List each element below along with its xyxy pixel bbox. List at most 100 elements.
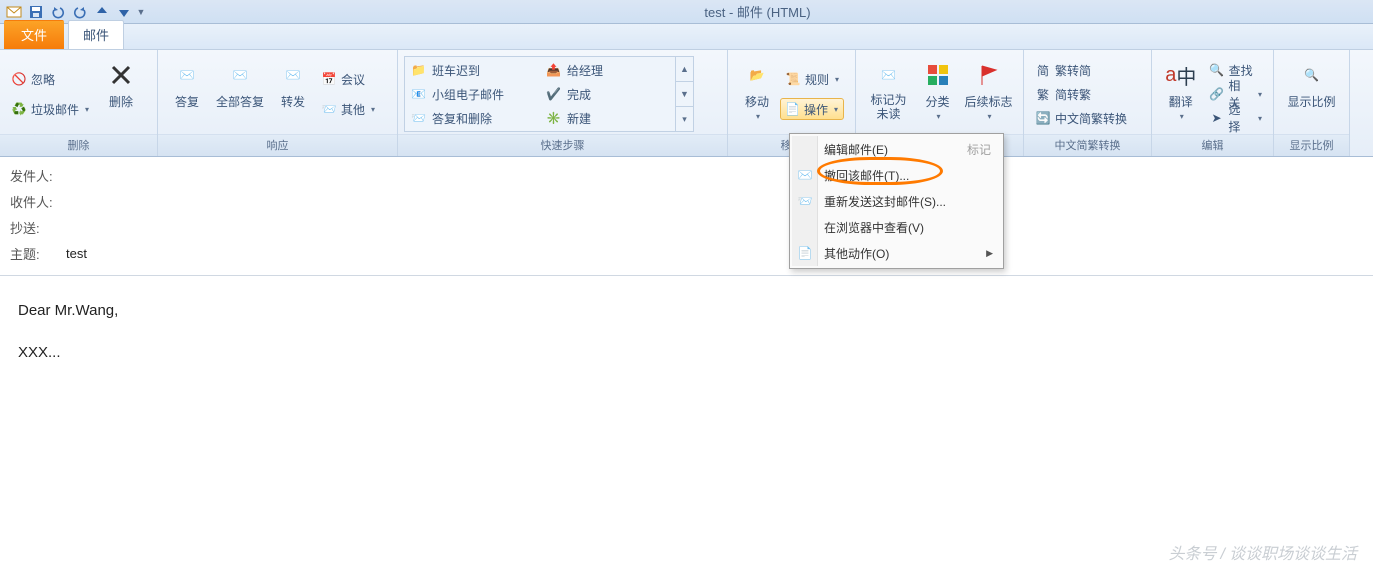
dd-edit-message[interactable]: 编辑邮件(E)标记 — [792, 136, 1001, 162]
dd-label: 重新发送这封邮件(S)... — [824, 193, 946, 210]
group-edit: a中翻译▾ 🔍查找 🔗相关▾ ➤选择▾ 编辑 — [1152, 50, 1274, 156]
tab-file[interactable]: 文件 — [4, 20, 64, 49]
convert-icon: 🔄 — [1035, 110, 1051, 126]
chevron-down-icon: ▾ — [756, 112, 760, 121]
actions-label: 操作 — [804, 101, 828, 118]
actions-button[interactable]: 📄 操作 ▾ — [780, 98, 844, 120]
cc-label: 抄送: — [10, 218, 66, 237]
actions-icon: 📄 — [785, 102, 800, 116]
group-chinese: 简繁转简 繁简转繁 🔄中文简繁转换 中文简繁转换 — [1024, 50, 1152, 156]
body-line: XXX... — [18, 332, 1355, 374]
chevron-down-icon: ▾ — [834, 105, 838, 114]
bus-icon: 📁 — [411, 63, 426, 77]
quickstep-item[interactable]: 📁 班车迟到 — [409, 59, 536, 81]
mail-icon[interactable] — [4, 2, 24, 22]
watermark-left: 头条号 — [1169, 546, 1217, 563]
subject-value: test — [66, 246, 87, 261]
translate-button[interactable]: a中翻译▾ — [1158, 54, 1204, 134]
select-button[interactable]: ➤选择▾ — [1204, 107, 1267, 129]
mail-body: Dear Mr.Wang, XXX... — [0, 276, 1373, 536]
chevron-down-icon: ▾ — [937, 112, 941, 121]
watermark: 头条号/谈谈职场谈谈生活 — [1169, 540, 1357, 564]
chevron-down-icon: ▾ — [1258, 90, 1262, 99]
quickstep-label: 新建 — [567, 110, 591, 127]
quickstep-item[interactable]: ✔️完成 — [544, 83, 671, 105]
ignore-icon: 🚫 — [11, 71, 27, 87]
forward-button[interactable]: ✉️转发 — [270, 54, 316, 134]
followup-button[interactable]: 后续标志▾ — [960, 54, 1017, 134]
categorize-button[interactable]: 分类▾ — [915, 54, 960, 134]
dd-view-in-browser[interactable]: 在浏览器中查看(V) — [792, 214, 1001, 240]
find-label: 查找 — [1229, 62, 1253, 79]
quickstep-item[interactable]: 📧小组电子邮件 — [409, 83, 536, 105]
mark-unread-button[interactable]: ✉️标记为未读 — [862, 54, 915, 134]
quickstep-item[interactable]: ✳️新建 — [544, 107, 671, 129]
move-button[interactable]: 📂移动▾ — [734, 54, 780, 134]
other-actions-icon: 📄 — [797, 245, 813, 261]
meeting-button[interactable]: 📅会议 — [316, 68, 380, 90]
zoom-icon: 🔍 — [1296, 59, 1328, 91]
delete-button[interactable]: 删除 — [98, 54, 144, 134]
dd-other-actions[interactable]: 📄其他动作(O)▶ — [792, 240, 1001, 266]
dd-recall-message[interactable]: ✉️撤回该邮件(T)... — [792, 162, 1001, 188]
gallery-down-icon[interactable]: ▼ — [676, 82, 693, 107]
from-value — [66, 165, 246, 185]
submenu-arrow-icon: ▶ — [986, 248, 993, 259]
tab-ghost-3 — [236, 20, 292, 49]
meeting-label: 会议 — [341, 71, 365, 88]
redo-icon[interactable] — [70, 2, 90, 22]
undo-icon[interactable] — [48, 2, 68, 22]
chevron-down-icon: ▾ — [1180, 112, 1184, 121]
reply-all-button[interactable]: ✉️全部答复 — [210, 54, 270, 134]
qat-customize-icon[interactable]: ▼ — [136, 7, 146, 17]
reply-icon: ✉️ — [171, 59, 203, 91]
quickstep-label: 小组电子邮件 — [432, 86, 504, 103]
to-manager-icon: 📤 — [546, 63, 561, 77]
gallery-more-icon[interactable]: ▾ — [676, 107, 693, 131]
resend-icon: 📨 — [797, 193, 813, 209]
ribbon-tabs: 文件 邮件 — [0, 24, 1373, 50]
quickstep-label: 班车迟到 — [432, 62, 480, 79]
next-item-icon[interactable] — [114, 2, 134, 22]
group-delete: 🚫忽略 ♻️垃圾邮件▾ 删除 删除 — [0, 50, 158, 156]
rules-label: 规则 — [805, 71, 829, 88]
prev-item-icon[interactable] — [92, 2, 112, 22]
from-label: 发件人: — [10, 166, 66, 185]
quickstep-label: 给经理 — [567, 62, 603, 79]
s2t-button[interactable]: 繁简转繁 — [1030, 83, 1132, 105]
dd-label: 在浏览器中查看(V) — [824, 219, 924, 236]
junk-button[interactable]: ♻️垃圾邮件▾ — [6, 98, 94, 120]
ignore-button[interactable]: 🚫忽略 — [6, 68, 94, 90]
gallery-up-icon[interactable]: ▲ — [676, 57, 693, 82]
other-respond-button[interactable]: 📨其他▾ — [316, 98, 380, 120]
recall-icon: ✉️ — [797, 167, 813, 183]
tab-mail[interactable]: 邮件 — [68, 20, 124, 49]
save-icon[interactable] — [26, 2, 46, 22]
quickstep-label: 完成 — [567, 86, 591, 103]
zoom-label: 显示比例 — [1287, 93, 1335, 110]
group-zoom: 🔍 显示比例 显示比例 — [1274, 50, 1350, 156]
watermark-right: 谈谈职场谈谈生活 — [1229, 546, 1357, 563]
ignore-label: 忽略 — [31, 71, 55, 88]
zoom-button[interactable]: 🔍 显示比例 — [1280, 54, 1343, 134]
dd-resend-message[interactable]: 📨 重新发送这封邮件(S)... — [792, 188, 1001, 214]
quickstep-item[interactable]: 📤 给经理 — [544, 59, 671, 81]
quickstep-item[interactable]: 📨答复和删除 — [409, 107, 536, 129]
dd-label: 编辑邮件(E) — [824, 141, 888, 158]
subject-label: 主题: — [10, 244, 66, 263]
mail-header: 发件人: 收件人: 抄送: 主题:test — [0, 157, 1373, 276]
t2s-icon: 简 — [1035, 62, 1051, 78]
t2s-button[interactable]: 简繁转简 — [1030, 59, 1132, 81]
group-quicksteps: 📁班车迟到 📧小组电子邮件 📨答复和删除 📤给经理 ✔️完成 ✳️新建 ▲ ▼ … — [398, 50, 728, 156]
delete-label: 删除 — [109, 93, 133, 110]
rules-button[interactable]: 📜规则 ▾ — [780, 68, 844, 90]
to-label: 收件人: — [10, 192, 66, 211]
other-respond-icon: 📨 — [321, 101, 337, 117]
convert-label: 中文简繁转换 — [1055, 110, 1127, 127]
convert-button[interactable]: 🔄中文简繁转换 — [1030, 107, 1132, 129]
chevron-down-icon: ▾ — [1258, 114, 1262, 123]
forward-icon: ✉️ — [277, 59, 309, 91]
rules-icon: 📜 — [785, 71, 801, 87]
reply-button[interactable]: ✉️答复 — [164, 54, 210, 134]
chevron-down-icon: ▾ — [835, 75, 839, 84]
